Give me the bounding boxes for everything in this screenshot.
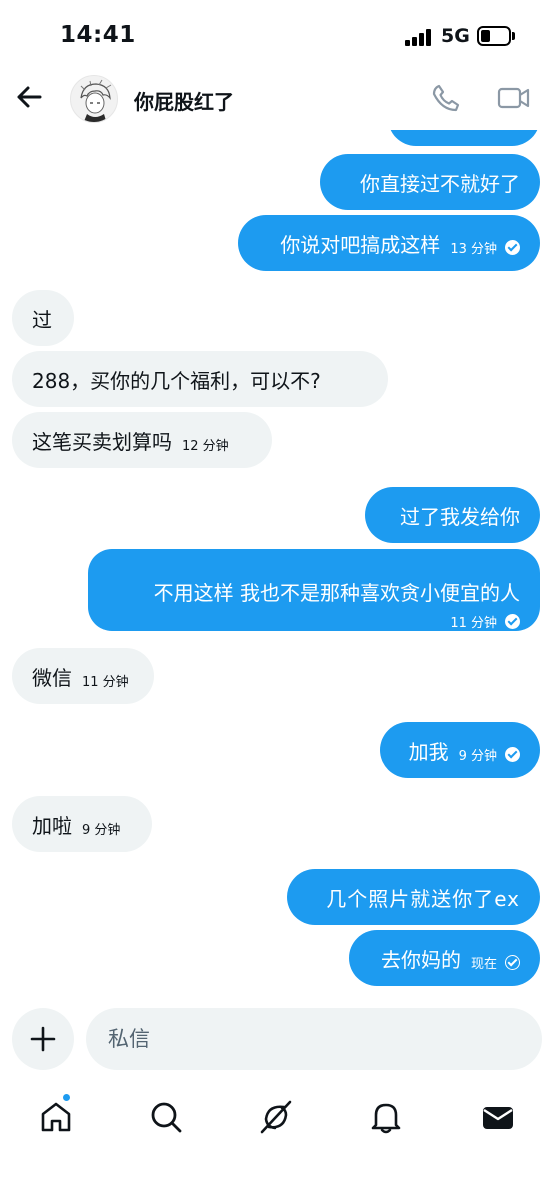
call-button[interactable] [430, 82, 462, 114]
message-text: 加啦 [32, 813, 72, 838]
message-outgoing[interactable]: 你说对吧搞成这样 13 分钟 [238, 215, 540, 271]
message-text: 这笔买卖划算吗 [32, 429, 172, 454]
grok-icon [260, 1100, 292, 1134]
message-text: 过了我发给你 [400, 504, 520, 529]
message-text: 过 [32, 307, 52, 332]
back-arrow-icon [17, 86, 42, 108]
message-time: 现在 [470, 956, 497, 972]
mail-icon [483, 1107, 513, 1129]
add-media-button[interactable] [12, 1008, 74, 1070]
message-outgoing[interactable]: 去你妈的 现在 [349, 930, 540, 986]
message-incoming[interactable]: 这笔买卖划算吗 12 分钟 [12, 412, 272, 468]
message-time: 12 分钟 [182, 438, 229, 454]
message-outgoing[interactable]: 过了我发给你 [365, 487, 540, 543]
status-bar: 14:41 5G [0, 0, 554, 70]
tab-notifications[interactable] [368, 1099, 404, 1135]
message-outgoing[interactable]: 加我 9 分钟 [380, 722, 540, 778]
plus-icon [30, 1026, 56, 1052]
read-check-icon [505, 614, 520, 629]
message-incoming[interactable]: 微信 11 分钟 [12, 648, 154, 704]
message-time: 9 分钟 [82, 822, 121, 838]
search-icon [151, 1102, 182, 1133]
read-check-icon [505, 239, 520, 255]
back-button[interactable] [14, 82, 44, 112]
message-time: 11 分钟 [450, 616, 497, 631]
message-outgoing[interactable]: 不用这样 我也不是那种喜欢贪小便宜的人 11 分钟 [88, 549, 540, 631]
tab-messages[interactable] [480, 1099, 516, 1135]
home-icon [41, 1102, 71, 1132]
avatar-illustration [80, 79, 112, 122]
bottom-tab-bar [0, 1085, 554, 1151]
message-outgoing[interactable]: 你直接过不就好了 [320, 154, 540, 210]
status-time: 14:41 [60, 22, 136, 48]
message-time: 11 分钟 [82, 674, 129, 690]
message-text: 微信 [32, 665, 72, 690]
phone-icon [432, 84, 460, 112]
tab-search[interactable] [148, 1099, 184, 1135]
message-text: 加我 [408, 739, 449, 764]
signal-icon [405, 29, 433, 46]
message-text: 几个照片就送你了ex [326, 886, 520, 911]
message-incoming[interactable]: 过 [12, 290, 74, 346]
message-text: 不用这样 我也不是那种喜欢贪小便宜的人 [153, 581, 520, 605]
message-text: 288，买你的几个福利，可以不? [32, 368, 321, 393]
message-incoming[interactable]: 288，买你的几个福利，可以不? [12, 351, 388, 407]
network-label: 5G [441, 25, 470, 47]
tab-home[interactable] [38, 1099, 74, 1135]
video-icon [497, 87, 530, 109]
read-check-icon [505, 746, 520, 762]
notification-dot [62, 1093, 71, 1102]
chat-header: 你屁股红了 [0, 70, 554, 130]
video-call-button[interactable] [497, 84, 531, 112]
message-outgoing[interactable]: 几个照片就送你了ex [287, 869, 540, 925]
bell-icon [371, 1103, 401, 1134]
battery-icon [477, 26, 511, 46]
tab-grok[interactable] [258, 1099, 294, 1135]
chat-title[interactable]: 你屁股红了 [134, 86, 234, 115]
avatar[interactable] [70, 75, 118, 123]
message-text: 去你妈的 [380, 947, 461, 972]
message-text: 你直接过不就好了 [360, 171, 520, 196]
message-time: 9 分钟 [458, 748, 497, 764]
message-incoming[interactable]: 加啦 9 分钟 [12, 796, 152, 852]
message-input[interactable] [86, 1008, 542, 1070]
message-text: 你说对吧搞成这样 [280, 232, 441, 257]
message-time: 13 分钟 [450, 241, 497, 257]
sent-check-icon [505, 954, 520, 970]
